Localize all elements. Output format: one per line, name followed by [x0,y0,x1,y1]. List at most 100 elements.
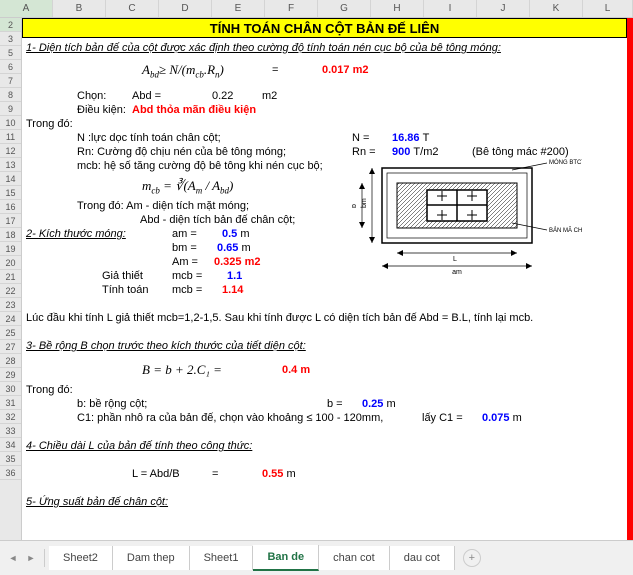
formula-B: B = b + 2.C₁ = [142,362,222,378]
column-headers: A B C D E F G H I J K L [0,0,633,18]
col-header[interactable]: J [477,0,530,17]
svg-text:L: L [453,256,457,263]
col-header[interactable]: B [53,0,106,17]
svg-text:MÓNG BTCT: MÓNG BTCT [549,159,582,166]
tab-dau-cot[interactable]: dau cot [390,546,455,570]
col-header[interactable]: L [583,0,633,17]
formula-abd: Abd≥ N/(mcb.Rn) [142,62,224,80]
formula-mcb: mcb = ∛(Am / Abd) [142,178,233,196]
am-desc: Trong đó: Am - diện tích mặt móng; [77,200,249,212]
col-header[interactable]: G [318,0,371,17]
col-header[interactable]: A [0,0,53,17]
mcb-gt-label: mcb = [172,270,202,282]
mcb-gt-value: 1.1 [227,270,242,282]
row-header[interactable]: 29 [0,368,21,382]
am-value: 0.5 m [222,228,250,240]
tab-sheet2[interactable]: Sheet2 [49,546,113,570]
am-label: am = [172,228,197,240]
row-headers: 2 3 5 6 7 8 9 10 11 12 13 14 15 16 17 18… [0,18,22,540]
row-header[interactable]: 16 [0,200,21,214]
abd-eq: Abd = [132,90,161,102]
row-header[interactable]: 22 [0,284,21,298]
mcb-desc: mcb: hệ số tăng cường độ bê tông khi nén… [77,160,323,172]
dieukien-label: Điều kiện: [77,104,126,116]
b-eq: b = [327,398,343,410]
row-header[interactable]: 24 [0,312,21,326]
col-header[interactable]: K [530,0,583,17]
row-header[interactable]: 36 [0,466,21,480]
add-sheet-icon[interactable]: + [463,549,481,567]
n-eq: N = [352,132,369,144]
row-header[interactable]: 25 [0,326,21,340]
rn-desc: Rn: Cường độ chịu nén của bê tông móng; [77,146,286,158]
rn-value: 900 T/m2 [392,146,438,158]
chon-label: Chọn: [77,90,106,102]
c1-desc: C1: phần nhô ra của bản đế, chọn vào kho… [77,412,383,424]
row-header[interactable]: 12 [0,144,21,158]
sheet-tabs: ◄ ► Sheet2 Dam thep Sheet1 Ban de chan c… [0,540,633,575]
row-header[interactable]: 31 [0,396,21,410]
row-header[interactable]: 35 [0,452,21,466]
col-header[interactable]: I [424,0,477,17]
worksheet-content[interactable]: TÍNH TOÁN CHÂN CỘT BẢN ĐẾ LIÊN 1- Diện t… [22,18,633,540]
row-header[interactable]: 32 [0,410,21,424]
rn-note: (Bê tông mác #200) [472,146,569,158]
col-header[interactable]: H [371,0,424,17]
bm-value: 0.65 m [217,242,251,254]
row-header[interactable]: 23 [0,298,21,312]
row-header[interactable]: 10 [0,116,21,130]
section5-heading: 5- Ứng suất bản đế chân cột: [26,496,168,508]
abd-desc2: Abd - diện tích bản đế chân cột; [140,214,295,226]
row-header[interactable]: 34 [0,438,21,452]
B-value: 0.4 m [282,364,310,376]
bm-label: bm = [172,242,197,254]
tab-dam-thep[interactable]: Dam thep [113,546,190,570]
Am-label: Am = [172,256,198,268]
row-header[interactable]: 19 [0,242,21,256]
section3-heading: 3- Bề rộng B chọn trước theo kích thước … [26,340,306,352]
tab-nav-last-icon[interactable]: ► [23,550,39,566]
abd-chosen: 0.22 [212,90,233,102]
col-header[interactable]: D [159,0,212,17]
row-header[interactable]: 7 [0,74,21,88]
row-header[interactable]: 17 [0,214,21,228]
svg-text:b: b [352,204,358,208]
tab-ban-de[interactable]: Ban de [253,545,319,571]
row-header[interactable]: 27 [0,340,21,354]
formula-L: L = Abd/B [132,468,180,480]
c1-eq: lấy C1 = [422,412,463,424]
row-header[interactable]: 8 [0,88,21,102]
n-desc: N :lực dọc tính toán chân cột; [77,132,221,144]
row-header[interactable]: 20 [0,256,21,270]
L-value: 0.55 m [262,468,296,480]
row-header[interactable]: 5 [0,46,21,60]
col-header[interactable]: E [212,0,265,17]
row-header[interactable]: 30 [0,382,21,396]
row-header[interactable]: 3 [0,32,21,46]
row-header[interactable]: 2 [0,18,21,32]
row-header[interactable]: 6 [0,60,21,74]
row-header[interactable]: 33 [0,424,21,438]
svg-text:BẢN MÃ CHÂN CỘT: BẢN MÃ CHÂN CỘT [549,227,582,234]
row-header[interactable]: 13 [0,158,21,172]
section4-heading: 4- Chiều dài L của bản đế tính theo công… [26,440,252,452]
tab-chan-cot[interactable]: chan cot [319,546,390,570]
row-header[interactable]: 11 [0,130,21,144]
tinhtoan-label: Tính toán [102,284,148,296]
tab-sheet1[interactable]: Sheet1 [190,546,254,570]
col-header[interactable]: F [265,0,318,17]
col-header[interactable]: C [106,0,159,17]
mcb-tt-value: 1.14 [222,284,243,296]
tab-nav-first-icon[interactable]: ◄ [5,550,21,566]
row-header[interactable]: 18 [0,228,21,242]
row-header[interactable]: 28 [0,354,21,368]
dieukien-msg: Abd thỏa mãn điều kiện [132,104,256,116]
abd-value: 0.017 m2 [322,64,369,76]
foundation-diagram: bm b L am MÓNG BTCT BẢN MÃ CHÂN CỘT [352,158,582,278]
row-header[interactable]: 15 [0,186,21,200]
svg-text:am: am [452,269,462,276]
c1-value: 0.075 m [482,412,522,424]
row-header[interactable]: 14 [0,172,21,186]
row-header[interactable]: 9 [0,102,21,116]
row-header[interactable]: 21 [0,270,21,284]
